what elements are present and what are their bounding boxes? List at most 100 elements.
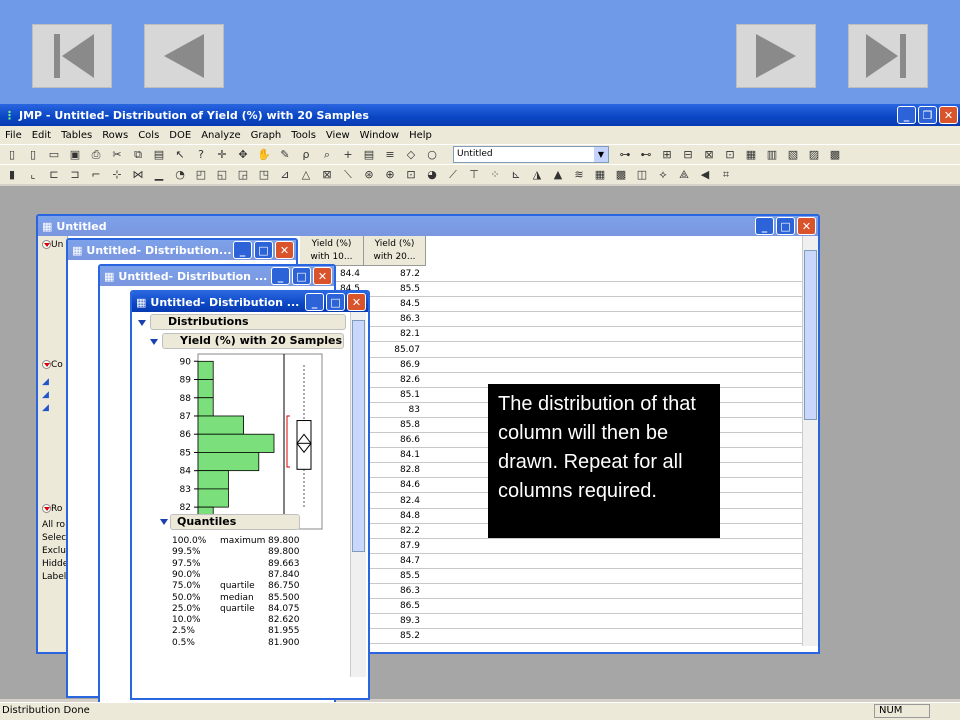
help-tool-icon[interactable]: ?: [193, 148, 209, 162]
analysis-icon-5[interactable]: ⊠: [701, 148, 717, 162]
menu-graph[interactable]: Graph: [246, 130, 287, 141]
control-chart-icon[interactable]: ◲: [235, 168, 251, 182]
variable-outline-header[interactable]: Yield (%) with 20 Samples: [162, 333, 344, 349]
menu-doe[interactable]: DOE: [164, 130, 196, 141]
copy-icon[interactable]: ⧉: [130, 148, 146, 162]
table-row[interactable]: 86.9: [300, 358, 802, 373]
front-close-button[interactable]: ✕: [347, 293, 366, 311]
zoom-tool-icon[interactable]: ⌕: [319, 148, 335, 162]
front-maximize-button[interactable]: □: [326, 293, 345, 311]
hand-tool-icon[interactable]: ✋: [256, 148, 272, 162]
last-slide-button[interactable]: [848, 24, 928, 88]
table-row[interactable]: 86.3: [300, 312, 802, 328]
arrow-back-icon[interactable]: ◀: [697, 168, 713, 182]
open-folder-icon[interactable]: ▭: [46, 148, 62, 162]
next-slide-button[interactable]: [736, 24, 816, 88]
move-tool-icon[interactable]: ✥: [235, 148, 251, 162]
ternary-icon[interactable]: ▲: [550, 168, 566, 182]
quantiles-disclosure-triangle-icon[interactable]: [160, 519, 168, 525]
contour-icon[interactable]: ◱: [214, 168, 230, 182]
disclosure-triangle-icon[interactable]: [138, 320, 146, 326]
correlation-icon[interactable]: ⊹: [109, 168, 125, 182]
save-icon[interactable]: ▣: [67, 148, 83, 162]
bubble-icon[interactable]: ◫: [634, 168, 650, 182]
analysis-icon-8[interactable]: ▥: [764, 148, 780, 162]
matched-pairs-icon[interactable]: ⊏: [46, 168, 62, 182]
scatter-icon[interactable]: ⁘: [487, 168, 503, 182]
arrow-tool-icon[interactable]: ↖: [172, 148, 188, 162]
new-doc-icon[interactable]: ▯: [25, 148, 41, 162]
pareto-icon[interactable]: △: [298, 168, 314, 182]
plus-tool-icon[interactable]: +: [340, 148, 356, 162]
back2-minimize-button[interactable]: _: [233, 241, 252, 259]
menu-cols[interactable]: Cols: [133, 130, 164, 141]
nonlinear-icon[interactable]: ⌐: [88, 168, 104, 182]
mosaic-icon[interactable]: ▩: [613, 168, 629, 182]
menu-edit[interactable]: Edit: [27, 130, 56, 141]
survival-icon[interactable]: ⟍: [340, 168, 356, 182]
columns-popup-icon[interactable]: [42, 360, 51, 369]
analysis-icon-3[interactable]: ⊞: [659, 148, 675, 162]
analysis-icon-2[interactable]: ⊷: [638, 148, 654, 162]
menu-file[interactable]: File: [0, 130, 27, 141]
line-chart-icon[interactable]: ⟋: [445, 168, 461, 182]
polygon-tool-icon[interactable]: ◇: [403, 148, 419, 162]
analysis-icon-10[interactable]: ▨: [806, 148, 822, 162]
distributions-outline-header[interactable]: Distributions: [150, 314, 346, 330]
data-table-scroll-thumb[interactable]: [804, 250, 817, 420]
close-button[interactable]: ✕: [939, 106, 958, 124]
print-icon[interactable]: ⎙: [88, 148, 104, 162]
lasso-tool-icon[interactable]: ρ: [298, 148, 314, 162]
rows-popup-icon[interactable]: [42, 504, 51, 513]
doe-icon[interactable]: ⊡: [403, 168, 419, 182]
cut-icon[interactable]: ✂: [109, 148, 125, 162]
report-scroll-thumb[interactable]: [352, 320, 365, 552]
data-table-scrollbar[interactable]: [802, 236, 818, 646]
profiler-icon[interactable]: ⊾: [508, 168, 524, 182]
table-row[interactable]: 85.2: [300, 629, 802, 645]
pls-icon[interactable]: ⊕: [382, 168, 398, 182]
column-header-yield-10[interactable]: Yield (%) with 10...: [300, 236, 364, 266]
table-row[interactable]: 84.585.5: [300, 282, 802, 298]
back1-close-button[interactable]: ✕: [313, 267, 332, 285]
menu-analyze[interactable]: Analyze: [196, 130, 245, 141]
distribution-plot[interactable]: 90898887868584838281: [158, 352, 338, 534]
oval-tool-icon[interactable]: ○: [424, 148, 440, 162]
table-row[interactable]: 86.3: [300, 584, 802, 600]
distribution-icon[interactable]: ▮: [4, 168, 20, 182]
menu-view[interactable]: View: [321, 130, 355, 141]
table-row[interactable]: 86.5: [300, 599, 802, 615]
back1-maximize-button[interactable]: □: [292, 267, 311, 285]
graph-builder-icon[interactable]: ⌗: [718, 168, 734, 182]
scatter-3d-icon[interactable]: ⟁: [676, 168, 692, 182]
minimize-button[interactable]: _: [897, 106, 916, 124]
popup-menu-icon[interactable]: [42, 240, 51, 249]
reliability-icon[interactable]: ⊛: [361, 168, 377, 182]
diagram-icon[interactable]: ⊠: [319, 168, 335, 182]
column-item-1[interactable]: ◢: [42, 374, 49, 387]
table-row[interactable]: 85.5: [300, 569, 802, 584]
chart-icon[interactable]: ▁: [151, 168, 167, 182]
restore-button[interactable]: ❐: [918, 106, 937, 124]
analysis-icon-9[interactable]: ▧: [785, 148, 801, 162]
variability-icon[interactable]: ◳: [256, 168, 272, 182]
data-table-minimize-button[interactable]: _: [755, 217, 774, 235]
overlay-icon[interactable]: ◔: [172, 168, 188, 182]
table-select[interactable]: Untitled ▼: [453, 146, 609, 163]
column-header-yield-20[interactable]: Yield (%) with 20...: [364, 236, 426, 266]
cluster-icon[interactable]: ⋈: [130, 168, 146, 182]
first-slide-button[interactable]: [32, 24, 112, 88]
annotate-tool-icon[interactable]: ▤: [361, 148, 377, 162]
variable-disclosure-triangle-icon[interactable]: [150, 339, 158, 345]
paste-icon[interactable]: ▤: [151, 148, 167, 162]
table-row[interactable]: 84.7: [300, 554, 802, 569]
tree-icon[interactable]: ⊤: [466, 168, 482, 182]
table-row[interactable]: 84.4 87.2: [300, 267, 802, 282]
table-row[interactable]: 89.3: [300, 614, 802, 630]
cell-plot-icon[interactable]: ≋: [571, 168, 587, 182]
table-row[interactable]: 84.5: [300, 297, 802, 313]
quantiles-outline-header[interactable]: Quantiles: [170, 514, 300, 530]
back2-close-button[interactable]: ✕: [275, 241, 294, 259]
table-row[interactable]: 85.07: [300, 343, 802, 358]
table-row[interactable]: 82.1: [300, 327, 802, 343]
